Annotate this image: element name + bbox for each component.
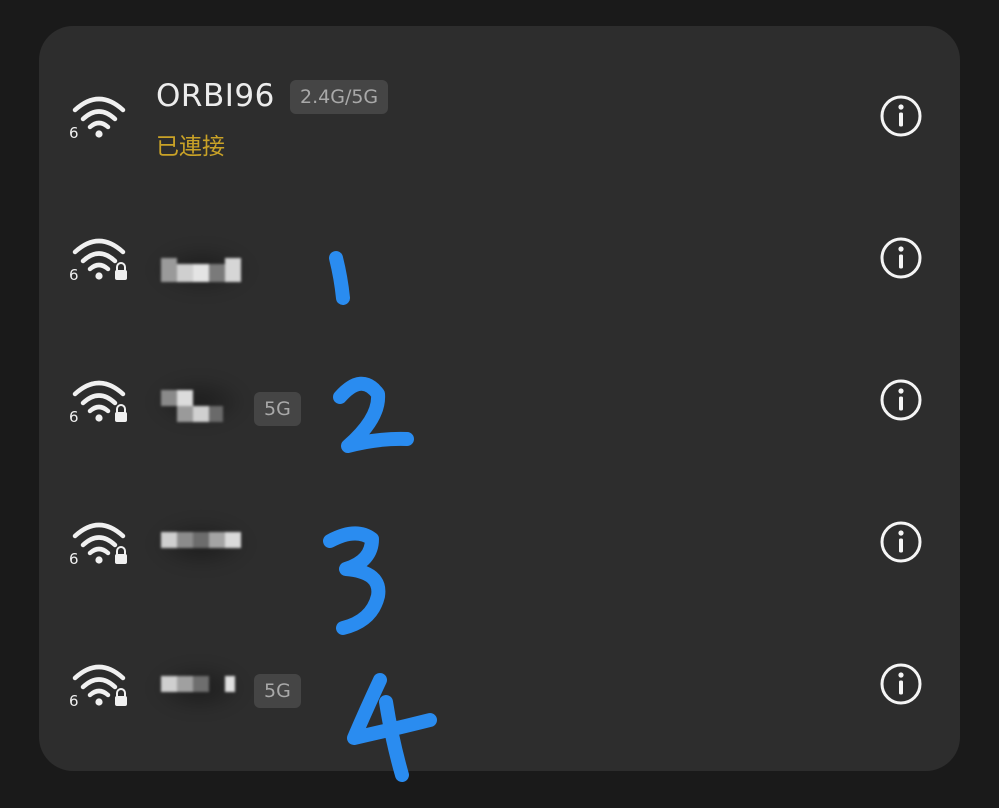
wifi-network-row[interactable]: 6 5G — [39, 348, 960, 448]
wifi-ssid: ORBI96 — [156, 78, 275, 114]
info-icon[interactable] — [879, 236, 923, 280]
wifi-connection-status: 已連接 — [156, 134, 225, 160]
wifi-ssid-redacted — [151, 518, 251, 570]
svg-text:6: 6 — [69, 550, 79, 566]
wifi-signal-locked-icon: 6 — [69, 664, 127, 708]
wifi-signal-locked-icon: 6 — [69, 522, 127, 566]
wifi-network-row[interactable]: 6 5G — [39, 632, 960, 732]
info-icon[interactable] — [879, 378, 923, 422]
wifi-network-row[interactable]: 6 — [39, 206, 960, 306]
wifi-band-badge: 2.4G/5G — [290, 80, 389, 114]
svg-text:6: 6 — [69, 266, 79, 282]
wifi-ssid-redacted — [151, 244, 253, 296]
svg-text:6: 6 — [69, 408, 79, 424]
wifi-band-badge: 5G — [254, 392, 301, 426]
wifi-signal-icon: 6 — [69, 96, 126, 140]
wifi-signal-locked-icon: 6 — [69, 380, 127, 424]
info-icon[interactable] — [879, 94, 923, 138]
svg-text:6: 6 — [69, 124, 79, 140]
info-icon[interactable] — [879, 662, 923, 706]
wifi-network-row[interactable]: 6 — [39, 490, 960, 590]
wifi-band-badge: 5G — [254, 674, 301, 708]
wifi-network-row-connected[interactable]: 6 ORBI96 2.4G/5G 已連接 — [39, 64, 960, 164]
info-icon[interactable] — [879, 520, 923, 564]
wifi-signal-locked-icon: 6 — [69, 238, 127, 282]
wifi-ssid-redacted — [151, 376, 247, 428]
wifi-network-list: 6 ORBI96 2.4G/5G 已連接 6 6 5G 6 6 5G — [39, 26, 960, 771]
svg-text:6: 6 — [69, 692, 79, 708]
wifi-ssid-redacted — [151, 662, 247, 714]
